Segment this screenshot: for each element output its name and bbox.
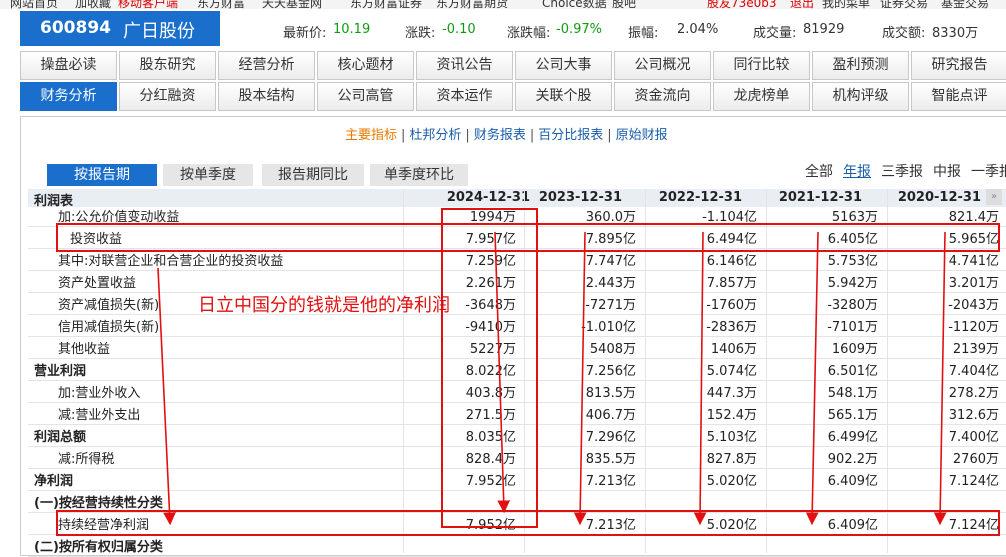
annotation-arrows [157,231,947,526]
annotation-text: 日立中国分的钱就是他的净利润 [198,295,450,316]
